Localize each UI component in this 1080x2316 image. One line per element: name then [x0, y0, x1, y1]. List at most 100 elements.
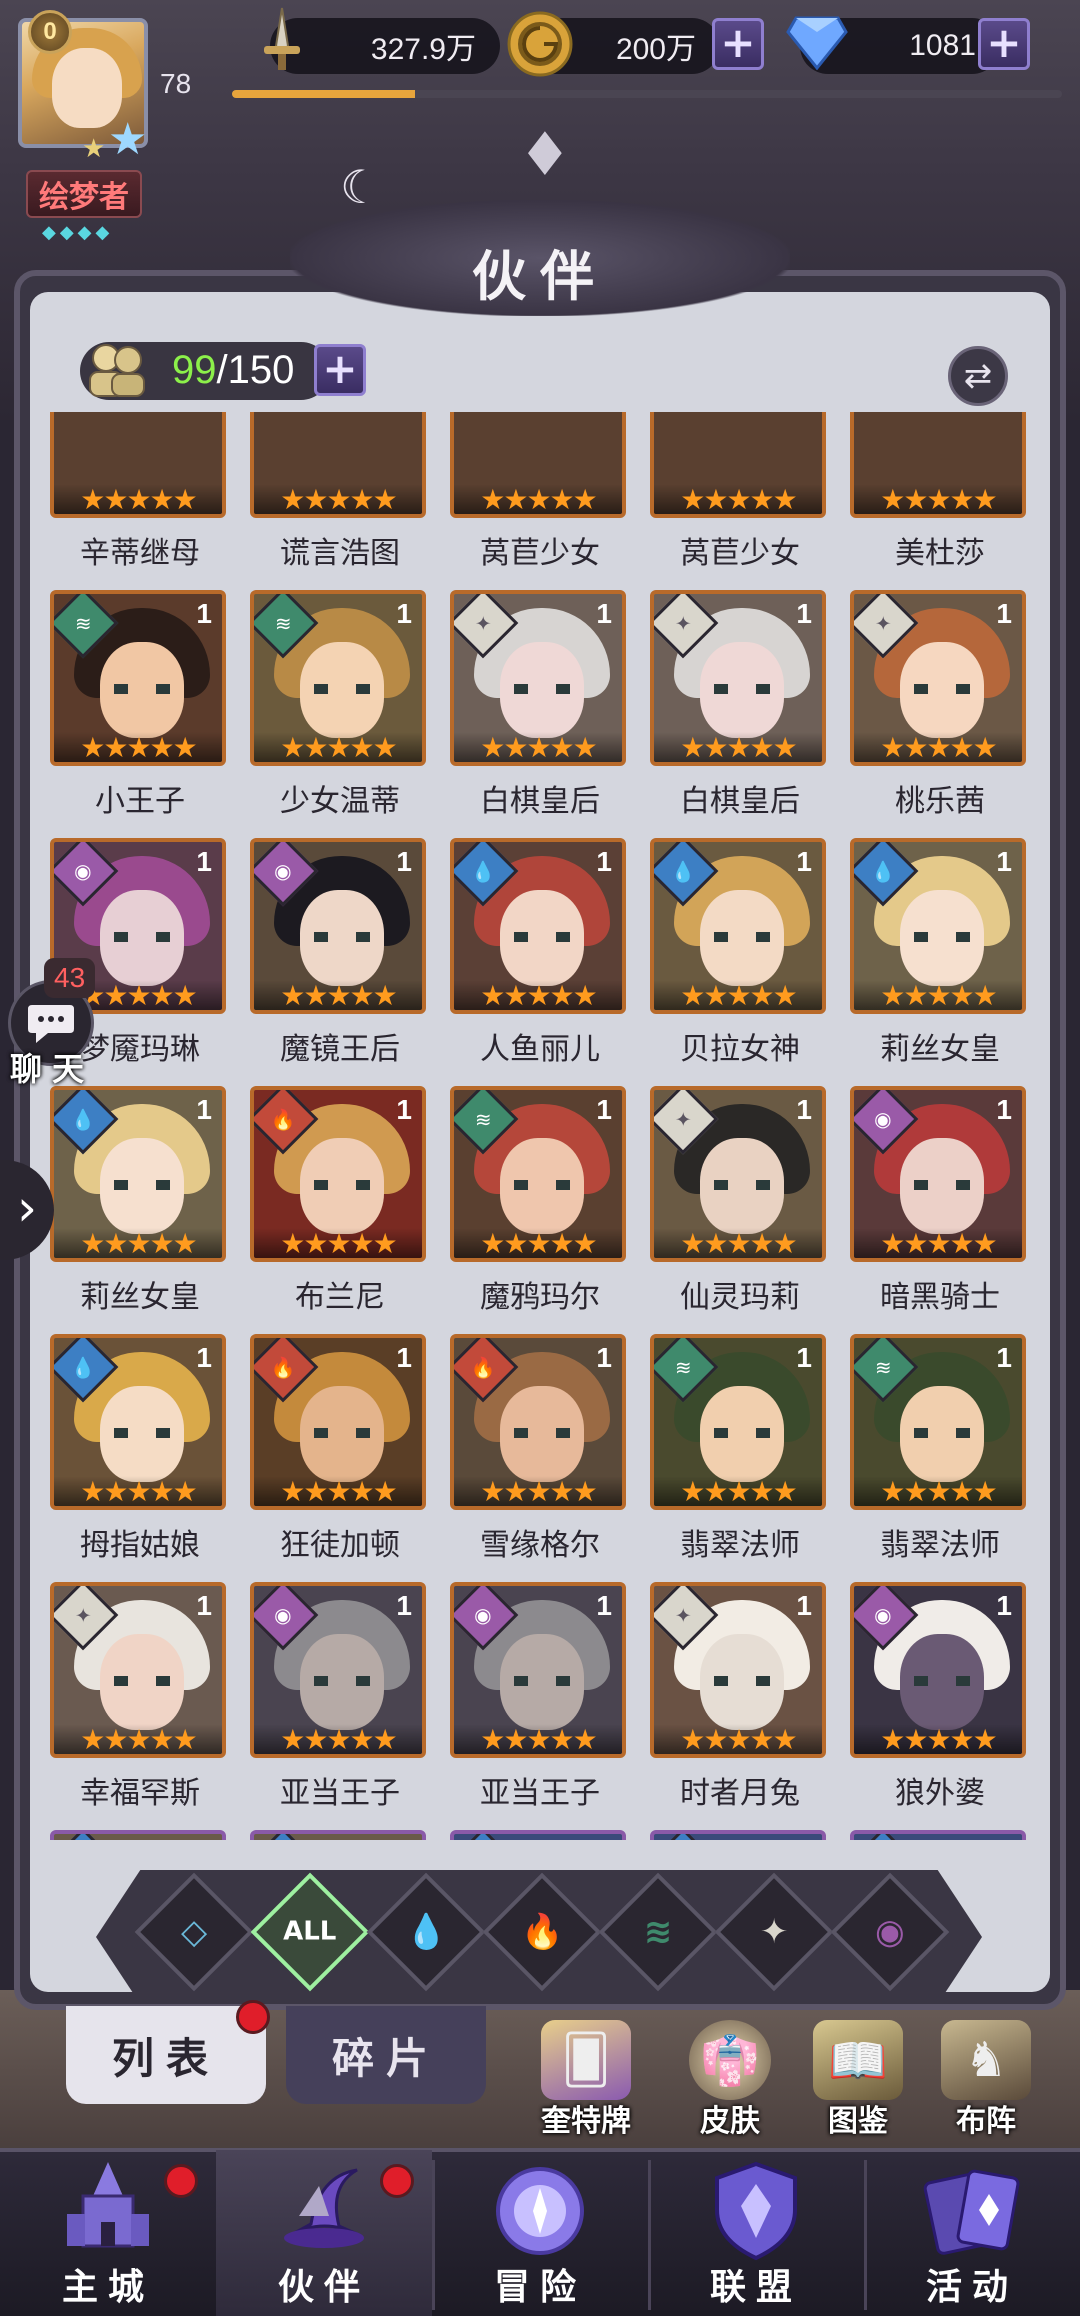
diamond-icon	[786, 14, 848, 70]
hero-level: 1	[196, 598, 212, 629]
hero-card[interactable]: ✦ 1 ★★★★★ 白棋皇后	[442, 590, 626, 835]
sort-toggle-button[interactable]: ⇄	[948, 346, 1008, 406]
hero-card[interactable]: 💧1	[442, 1830, 626, 1840]
hero-name: 白棋皇后	[680, 784, 800, 819]
partner-count-current: 99	[172, 348, 217, 392]
hero-card[interactable]: ★★★★★ 莴苣少女	[642, 412, 826, 587]
chat-label[interactable]: 聊天	[10, 1044, 94, 1090]
hero-level: 1	[396, 1094, 412, 1125]
hero-card[interactable]: 🔥 1 ★★★★★ 布兰尼	[242, 1086, 426, 1331]
hero-eyes	[514, 1676, 570, 1686]
hero-card[interactable]: ◉ 1 ★★★★★ 亚当王子	[442, 1582, 626, 1827]
power-value: 327.9万	[370, 33, 476, 66]
hero-card[interactable]: ≋ 1 ★★★★★ 少女温蒂	[242, 590, 426, 835]
hero-card[interactable]: ★★★★★ 莴苣少女	[442, 412, 626, 587]
hero-card[interactable]: ◉ 1 ★★★★★ 狼外婆	[842, 1582, 1026, 1827]
hero-card[interactable]: ✦ 1 ★★★★★ 白棋皇后	[642, 590, 826, 835]
hero-level: 1	[196, 846, 212, 877]
hero-grid[interactable]: ★★★★★ 辛蒂继母 ★★★★★ 谎言浩图 ★★★★★ 莴苣少女 ★★★★★ 莴苣少女 ★★★★…	[42, 412, 1038, 1840]
hero-portrait-card: ★★★★★	[450, 412, 626, 518]
gold-value: 200万	[615, 33, 696, 66]
hero-card[interactable]: 💧1	[642, 1830, 826, 1840]
hero-card[interactable]: 💧 1 ★★★★★ 莉丝女皇	[842, 838, 1026, 1083]
element-water-icon: 💧	[454, 1834, 519, 1840]
hero-card[interactable]: ★★★★★ 辛蒂继母	[42, 412, 226, 587]
add-diamond-button[interactable]: +	[978, 18, 1030, 70]
hero-name: 狂徒加顿	[280, 1528, 400, 1563]
nav-events[interactable]: 活动	[864, 2150, 1080, 2316]
star-rating: ★★★★★	[654, 1475, 822, 1506]
hero-card[interactable]: ✦ 1 ★★★★★ 仙灵玛莉	[642, 1086, 826, 1331]
star-rating: ★★★★★	[454, 1475, 622, 1506]
filter-light-icon: ✦	[759, 1912, 789, 1952]
hero-level: 1	[796, 1342, 812, 1373]
star-rating: ★★★★★	[54, 1475, 222, 1506]
add-gold-button[interactable]: +	[712, 18, 764, 70]
star-rating: ★★★★★	[854, 979, 1022, 1010]
shortcut-codex[interactable]: 📖 图鉴	[808, 2020, 908, 2140]
hero-level: 1	[796, 1838, 812, 1840]
hero-portrait-card: ◉ 1 ★★★★★	[850, 1582, 1026, 1758]
hero-card[interactable]: 💧1	[242, 1830, 426, 1840]
hero-card[interactable]: 💧 1 ★★★★★ 莉丝女皇	[42, 1086, 226, 1331]
hero-card[interactable]: ✦ 1 ★★★★★ 幸福罕斯	[42, 1582, 226, 1827]
diamond-value: 1081	[909, 29, 976, 62]
expand-capacity-button[interactable]: +	[314, 344, 366, 396]
hero-card[interactable]: ≋ 1 ★★★★★ 魔鸦玛尔	[442, 1086, 626, 1331]
star-rating: ★★★★★	[654, 731, 822, 762]
hero-card[interactable]: ★★★★★ 谎言浩图	[242, 412, 426, 587]
hero-card[interactable]: 💧 1 ★★★★★ 人鱼丽儿	[442, 838, 626, 1083]
hero-name: 仙灵玛莉	[680, 1280, 800, 1315]
hero-card[interactable]: 💧 1 ★★★★★ 贝拉女神	[642, 838, 826, 1083]
hero-name: 亚当王子	[280, 1776, 400, 1811]
hero-level: 1	[196, 1342, 212, 1373]
hero-level: 1	[996, 598, 1012, 629]
spire-ornament-icon: ♦	[518, 120, 572, 190]
hero-card[interactable]: 💧1	[842, 1830, 1026, 1840]
filter-dark-icon: ◉	[875, 1911, 905, 1952]
hero-portrait-card: ✦ 1 ★★★★★	[650, 590, 826, 766]
hero-card[interactable]: 💧 1 ★★★★★ 拇指姑娘	[42, 1334, 226, 1579]
hero-eyes	[914, 932, 970, 942]
hero-name: 莴苣少女	[480, 536, 600, 571]
star-rating: ★★★★★	[854, 1723, 1022, 1754]
hero-card[interactable]: ✦ 1 ★★★★★ 时者月兔	[642, 1582, 826, 1827]
hero-portrait-card: 💧 1 ★★★★★	[50, 1086, 226, 1262]
nav-adventure[interactable]: 冒险	[432, 2150, 648, 2316]
hero-card[interactable]: ≋ 1 ★★★★★ 翡翠法师	[842, 1334, 1026, 1579]
shortcut-codex-label: 图鉴	[828, 2104, 888, 2139]
nav-alliance[interactable]: 联盟	[648, 2150, 864, 2316]
hero-card[interactable]: 🔥 1 ★★★★★ 雪缘格尔	[442, 1334, 626, 1579]
hero-eyes	[714, 1180, 770, 1190]
star-rating: ★★★★★	[454, 1723, 622, 1754]
tab-fragments[interactable]: 碎片	[286, 2006, 486, 2104]
hero-card[interactable]: ≋ 1 ★★★★★ 小王子	[42, 590, 226, 835]
hero-card[interactable]: ◉ 1 ★★★★★ 亚当王子	[242, 1582, 426, 1827]
shortcut-tarot[interactable]: 🂠 奎特牌	[536, 2020, 636, 2140]
hero-level: 1	[996, 1342, 1012, 1373]
star-rating: ★★★★★	[854, 483, 1022, 514]
star-rating: ★★★★★	[654, 1227, 822, 1258]
player-title[interactable]: 绘梦者	[26, 170, 142, 218]
hero-card[interactable]: ≋ 1 ★★★★★ 翡翠法师	[642, 1334, 826, 1579]
hero-card[interactable]: ◉ 1 ★★★★★ 魔镜王后	[242, 838, 426, 1083]
hero-card[interactable]: ✦ 1 ★★★★★ 桃乐茜	[842, 590, 1026, 835]
element-water-icon: 💧	[254, 1834, 319, 1840]
nav-adventure-label: 冒险	[493, 2266, 586, 2308]
hero-eyes	[914, 1428, 970, 1438]
codex-book-icon: 📖	[813, 2020, 903, 2100]
hero-card[interactable]: 🔥 1 ★★★★★ 狂徒加顿	[242, 1334, 426, 1579]
hero-card[interactable]: ★★★★★ 美杜莎	[842, 412, 1026, 587]
hero-level: 1	[596, 1094, 612, 1125]
star-rating: ★★★★★	[54, 1723, 222, 1754]
star-rating: ★★★★★	[654, 979, 822, 1010]
shortcut-skins[interactable]: 👘 皮肤	[680, 2020, 780, 2140]
hero-eyes	[314, 1180, 370, 1190]
vip-badge[interactable]: 0	[28, 10, 72, 54]
hero-card[interactable]: ◉ 1 ★★★★★ 暗黑骑士	[842, 1086, 1026, 1331]
hero-name: 幸福罕斯	[80, 1776, 200, 1811]
shortcut-formation[interactable]: ♞ 布阵	[936, 2020, 1036, 2140]
filter-all-elements-icon: ◇	[180, 1912, 208, 1952]
hero-card[interactable]: 💧1	[42, 1830, 226, 1840]
star-rating: ★★★★★	[254, 979, 422, 1010]
